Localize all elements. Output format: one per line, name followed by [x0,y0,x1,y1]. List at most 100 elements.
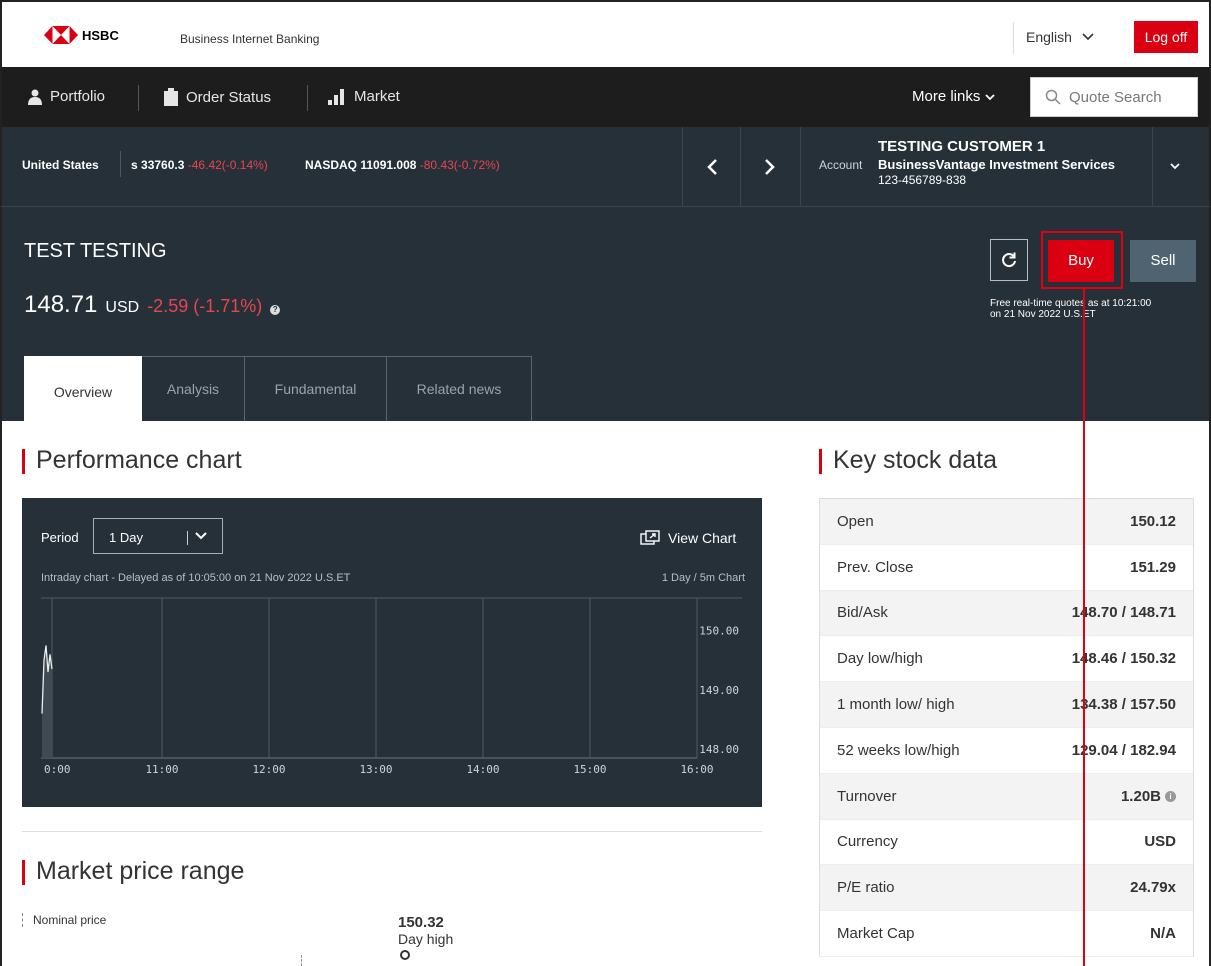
stock-change: -2.59 (-1.71%) [147,296,263,316]
range-dash [301,955,302,966]
search-icon [1045,89,1061,105]
day-high-value: 150.32 [398,914,444,931]
nav-divider [138,85,139,111]
index-change: -46.42(-0.14%) [187,158,268,172]
ticker-index-2: NASDAQ 11091.008 -80.43(-0.72%) [305,158,500,172]
table-row: Turnover 1.20B i [820,773,1193,820]
row-label: 1 month low/ high [837,696,955,714]
index-name: s [131,158,138,172]
hsbc-hexagon-icon [44,26,78,44]
row-label: P/E ratio [837,879,895,897]
nav-item-order-status[interactable]: Order Status [164,88,271,106]
ticker-index-1: s 33760.3 -46.42(-0.14%) [131,158,268,172]
table-row: Open 150.12 [820,499,1193,545]
person-icon [28,89,42,105]
sell-button[interactable]: Sell [1130,240,1196,282]
logo-text: HSBC [82,27,119,43]
stock-currency: USD [105,299,140,316]
row-label: Prev. Close [837,558,914,576]
intraday-chart: 0:00 11:00 12:00 13:00 14:00 15:00 16:00 150.00… [41,597,742,776]
refresh-icon [1002,252,1016,268]
account-label: Account [819,158,863,172]
frame-border [0,421,2,966]
table-row: Market Cap N/A [820,911,1193,957]
chevron-down-icon [1170,163,1180,170]
annotation-line [1083,289,1085,966]
x-tick-label: 0:00 [44,763,71,776]
table-row: Prev. Close 151.29 [820,544,1193,591]
row-value: USD [1144,833,1176,851]
buy-button[interactable]: Buy [1048,240,1114,282]
index-value: 33760.3 [141,158,185,172]
hsbc-logo[interactable]: HSBC [44,26,119,44]
x-tick-label: 15:00 [573,763,606,776]
x-tick-label: 13:00 [359,763,392,776]
tab-fundamental[interactable]: Fundamental [245,356,387,421]
row-value: 134.38 / 157.50 [1071,696,1176,714]
tab-related-news[interactable]: Related news [387,356,532,421]
ticker-prev-button[interactable] [682,127,740,206]
top-bar: HSBC Business Internet Banking English L… [0,0,1211,67]
logoff-button[interactable]: Log off [1134,21,1198,53]
bar-chart-icon [328,88,344,105]
day-high-marker [400,950,410,960]
clipboard-icon [164,88,178,106]
nominal-price-label: Nominal price [22,913,106,927]
chevron-down-icon [1082,33,1094,41]
table-row: Day low/high 148.46 / 150.32 [820,636,1193,683]
divider [120,151,121,177]
language-selector[interactable]: English [1026,29,1094,45]
refresh-button[interactable] [990,239,1028,281]
row-value: 24.79x [1130,879,1176,897]
table-row: 1 month low/ high 134.38 / 157.50 [820,682,1193,728]
chevron-down-icon [984,94,995,101]
more-links-label: More links [912,88,981,105]
ticker-next-button[interactable] [740,127,798,206]
app-subtitle: Business Internet Banking [180,32,320,46]
quote-search-input[interactable]: Quote Search [1030,77,1198,117]
realtime-note: Free real-time quotes as at 10:21:00 on … [990,298,1200,320]
language-label: English [1026,29,1072,45]
nav-item-market[interactable]: Market [328,88,400,105]
account-number: 123-456789-838 [878,173,967,187]
index-change: -80.43(-0.72%) [419,158,500,172]
y-tick-label: 149.00 [699,684,739,697]
nav-label: Order Status [186,88,272,106]
nav-label: Market [354,88,400,105]
row-value: 148.46 / 150.32 [1071,650,1176,668]
info-icon[interactable]: i [1165,790,1176,802]
row-value-with-info: 1.20B i [1121,788,1176,805]
info-icon[interactable]: ? [270,305,281,315]
row-value: 1.20B [1120,787,1161,805]
market-ticker: United States s 33760.3 -46.42(-0.14%) N… [0,127,1211,207]
key-stock-data-title: Key stock data [819,446,997,475]
tab-analysis[interactable]: Analysis [142,356,245,421]
chevron-right-icon [764,158,775,175]
table-row: P/E ratio 24.79x [820,865,1193,912]
account-selector[interactable]: Account TESTING CUSTOMER 1 BusinessVanta… [800,127,1150,206]
nav-item-portfolio[interactable]: Portfolio [28,88,105,105]
account-dropdown-button[interactable] [1152,127,1197,206]
stock-header: TEST TESTING 148.71 USD -2.59 (-1.71%) ?… [0,207,1211,421]
nav-divider [307,85,308,111]
key-stock-data-table: Open 150.12 Prev. Close 151.29 Bid/Ask 148.… [819,498,1194,957]
performance-chart-title: Performance chart [22,446,242,475]
table-row: Bid/Ask 148.70 / 148.71 [820,590,1193,637]
x-tick-label: 11:00 [145,763,178,776]
market-price-range-title: Market price range [22,857,244,886]
ticker-region[interactable]: United States [22,158,99,172]
performance-chart-panel: Period 1 Day View Chart Intraday chart -… [22,498,762,807]
realtime-note-line: Free real-time quotes as at 10:21:00 [990,298,1152,309]
search-placeholder: Quote Search [1069,88,1162,106]
row-value: 150.12 [1130,512,1176,530]
row-label: Open [837,512,874,530]
more-links-menu[interactable]: More links [912,88,995,105]
row-label: Currency [837,833,898,851]
section-divider [22,831,762,832]
price-row: 148.71 USD -2.59 (-1.71%) ? [24,291,281,319]
row-label: Bid/Ask [837,604,888,622]
row-value: N/A [1150,925,1176,943]
tab-overview[interactable]: Overview [24,356,142,421]
row-value: 129.04 / 182.94 [1071,741,1176,759]
index-value: 11091.008 [360,158,417,172]
